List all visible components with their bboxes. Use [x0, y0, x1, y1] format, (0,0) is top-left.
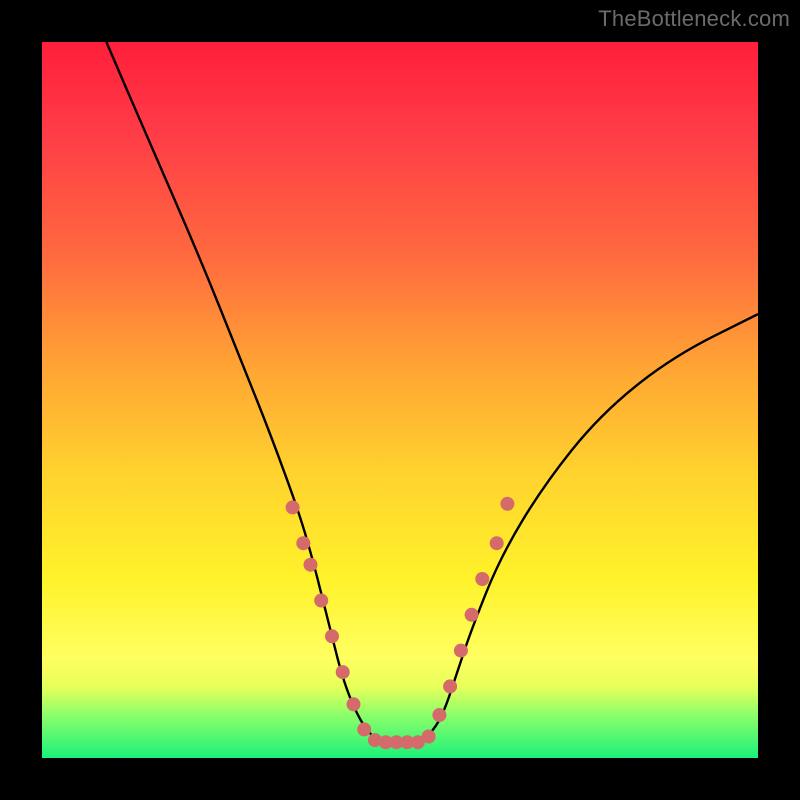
chart-frame: TheBottleneck.com [0, 0, 800, 800]
curve-dot [286, 500, 300, 514]
curve-dot [336, 665, 350, 679]
curve-dot [490, 536, 504, 550]
curve-dot [304, 558, 318, 572]
curve-dot [475, 572, 489, 586]
watermark-text: TheBottleneck.com [598, 6, 790, 32]
curve-dots-group [286, 497, 515, 749]
curve-dot [500, 497, 514, 511]
curve-dot [454, 644, 468, 658]
curve-dot [465, 608, 479, 622]
curve-dot [325, 629, 339, 643]
curve-dot [443, 679, 457, 693]
curve-dot [314, 594, 328, 608]
curve-layer [42, 42, 758, 758]
curve-dot [432, 708, 446, 722]
plot-area [42, 42, 758, 758]
curve-dot [296, 536, 310, 550]
curve-dot [422, 730, 436, 744]
curve-dot [357, 722, 371, 736]
bottleneck-curve-path [106, 42, 758, 744]
curve-dot [347, 697, 361, 711]
